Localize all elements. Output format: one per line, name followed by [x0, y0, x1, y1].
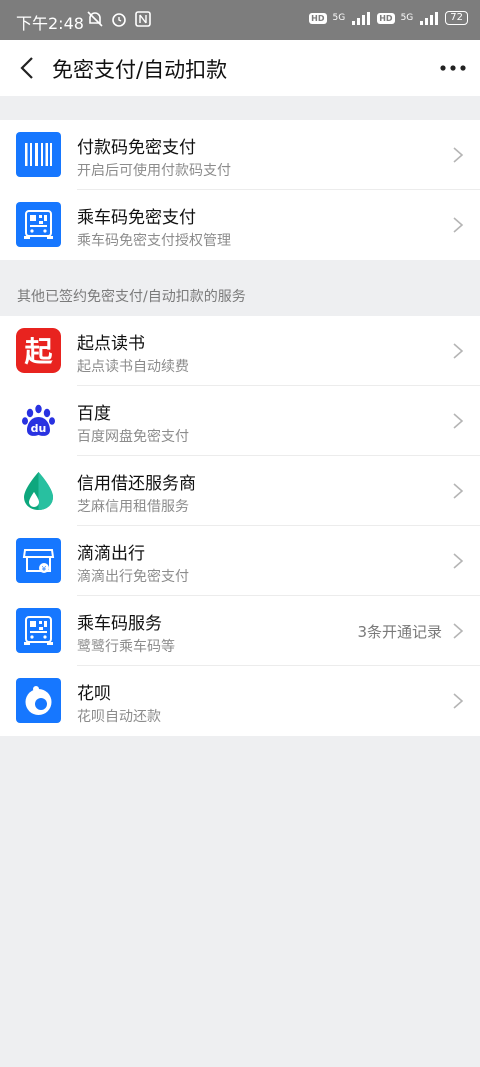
qidian-logo-icon: 起 [16, 328, 61, 373]
item-title: 信用借还服务商 [77, 474, 196, 494]
item-subtitle: 起点读书自动续费 [77, 359, 189, 375]
item-title: 花呗 [77, 684, 111, 704]
bus-qr-icon [16, 202, 61, 247]
chevron-right-icon [453, 693, 464, 709]
chevron-right-icon [453, 147, 464, 163]
list-item-baidu[interactable]: du 百度 百度网盘免密支付 [0, 386, 480, 456]
signal-icon [352, 12, 371, 25]
bus-qr-icon [16, 608, 61, 653]
status-time: 下午2:48 [16, 14, 84, 33]
svg-text:起: 起 [24, 335, 53, 368]
list-item-barcode-pay[interactable]: 付款码免密支付 开启后可使用付款码支付 [0, 120, 480, 190]
chevron-right-icon [453, 483, 464, 499]
alarm-icon [112, 13, 126, 27]
chevron-right-icon [453, 553, 464, 569]
battery-indicator: 72 [445, 11, 468, 25]
network-label-1: 5G [332, 13, 346, 23]
list-item-huabei[interactable]: 花呗 花呗自动还款 [0, 666, 480, 736]
item-title: 起点读书 [77, 334, 145, 354]
back-arrow-icon[interactable] [14, 54, 42, 82]
item-subtitle: 花呗自动还款 [77, 709, 161, 725]
page-title: 免密支付/自动扣款 [52, 58, 228, 82]
list-item-bus-code-pay[interactable]: 乘车码免密支付 乘车码免密支付授权管理 [0, 190, 480, 260]
item-title: 滴滴出行 [77, 544, 145, 564]
item-subtitle: 芝麻信用租借服务 [77, 499, 189, 515]
baidu-logo-icon: du [16, 398, 61, 443]
network-label-2: 5G [400, 13, 414, 23]
signed-services-list: 起 起点读书 起点读书自动续费 du 百度 百度网盘免密支付 信用借还服务商 芝… [0, 316, 480, 736]
signal-icon-2 [420, 12, 439, 25]
list-item-qidian[interactable]: 起 起点读书 起点读书自动续费 [0, 316, 480, 386]
hd-badge-2: HD [377, 12, 395, 24]
item-title: 乘车码服务 [77, 614, 162, 634]
item-subtitle: 滴滴出行免密支付 [77, 569, 189, 585]
chevron-right-icon [453, 413, 464, 429]
nfc-icon [135, 11, 151, 27]
item-title: 百度 [77, 404, 111, 424]
svg-text:du: du [31, 422, 47, 435]
chevron-right-icon [453, 623, 464, 639]
status-bar: 下午2:48 HD 5G HD 5G 72 [0, 0, 480, 40]
item-title: 乘车码免密支付 [77, 208, 196, 228]
record-count-label: 3条开通记录 [357, 623, 442, 641]
list-item-credit-rental[interactable]: 信用借还服务商 芝麻信用租借服务 [0, 456, 480, 526]
section-header: 其他已签约免密支付/自动扣款的服务 [17, 289, 246, 305]
more-icon[interactable] [438, 54, 468, 82]
didi-shop-icon: ¥ [16, 538, 61, 583]
chevron-right-icon [453, 343, 464, 359]
item-subtitle: 鹭鹭行乘车码等 [77, 639, 175, 655]
item-subtitle: 开启后可使用付款码支付 [77, 163, 231, 179]
hd-badge: HD [309, 12, 327, 24]
credit-drop-icon [16, 468, 61, 513]
item-subtitle: 百度网盘免密支付 [77, 429, 189, 445]
item-subtitle: 乘车码免密支付授权管理 [77, 233, 231, 249]
chevron-right-icon [453, 217, 464, 233]
item-title: 付款码免密支付 [77, 138, 196, 158]
barcode-icon [16, 132, 61, 177]
svg-text:¥: ¥ [42, 565, 47, 573]
huabei-logo-icon [16, 678, 61, 723]
list-item-didi[interactable]: ¥ 滴滴出行 滴滴出行免密支付 [0, 526, 480, 596]
list-item-bus-code-service[interactable]: 乘车码服务 鹭鹭行乘车码等 3条开通记录 [0, 596, 480, 666]
nav-bar: 免密支付/自动扣款 [0, 40, 480, 96]
primary-settings-list: 付款码免密支付 开启后可使用付款码支付 乘车码免密支付 乘车码免密支付授权管理 [0, 120, 480, 260]
muted-bell-icon [87, 11, 103, 27]
